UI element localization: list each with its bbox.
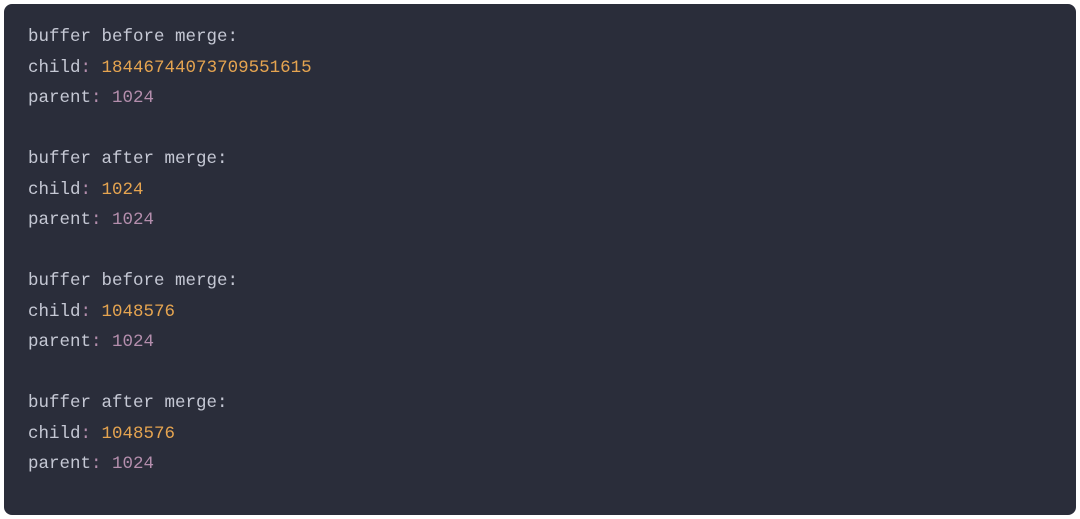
- header-text: buffer after merge:: [28, 393, 228, 413]
- parent-label: parent: [28, 454, 91, 474]
- colon: :: [91, 454, 102, 474]
- child-label: child: [28, 58, 81, 78]
- colon: :: [81, 180, 92, 200]
- header-text: buffer before merge:: [28, 27, 238, 47]
- terminal-output: buffer before merge: child: 184467440737…: [4, 4, 1076, 515]
- colon: :: [81, 424, 92, 444]
- blank-line: [28, 236, 1052, 267]
- colon: :: [91, 332, 102, 352]
- block-header: buffer before merge:: [28, 266, 1052, 297]
- parent-label: parent: [28, 210, 91, 230]
- child-value: 1048576: [102, 302, 176, 322]
- parent-value: 1024: [112, 454, 154, 474]
- child-line: child: 18446744073709551615: [28, 53, 1052, 84]
- space: [102, 454, 113, 474]
- parent-label: parent: [28, 88, 91, 108]
- child-label: child: [28, 424, 81, 444]
- parent-label: parent: [28, 332, 91, 352]
- space: [102, 88, 113, 108]
- child-label: child: [28, 180, 81, 200]
- colon: :: [81, 58, 92, 78]
- space: [102, 210, 113, 230]
- parent-line: parent: 1024: [28, 449, 1052, 480]
- colon: :: [91, 88, 102, 108]
- header-text: buffer before merge:: [28, 271, 238, 291]
- header-text: buffer after merge:: [28, 149, 228, 169]
- space: [91, 302, 102, 322]
- child-label: child: [28, 302, 81, 322]
- colon: :: [91, 210, 102, 230]
- space: [91, 58, 102, 78]
- blank-line: [28, 358, 1052, 389]
- child-line: child: 1048576: [28, 419, 1052, 450]
- block-header: buffer after merge:: [28, 388, 1052, 419]
- parent-value: 1024: [112, 210, 154, 230]
- child-line: child: 1048576: [28, 297, 1052, 328]
- child-value: 1048576: [102, 424, 176, 444]
- space: [102, 332, 113, 352]
- child-value: 18446744073709551615: [102, 58, 312, 78]
- block-header: buffer after merge:: [28, 144, 1052, 175]
- parent-value: 1024: [112, 88, 154, 108]
- child-value: 1024: [102, 180, 144, 200]
- space: [91, 424, 102, 444]
- space: [91, 180, 102, 200]
- colon: :: [81, 302, 92, 322]
- blank-line: [28, 114, 1052, 145]
- parent-line: parent: 1024: [28, 327, 1052, 358]
- child-line: child: 1024: [28, 175, 1052, 206]
- block-header: buffer before merge:: [28, 22, 1052, 53]
- parent-line: parent: 1024: [28, 83, 1052, 114]
- parent-value: 1024: [112, 332, 154, 352]
- parent-line: parent: 1024: [28, 205, 1052, 236]
